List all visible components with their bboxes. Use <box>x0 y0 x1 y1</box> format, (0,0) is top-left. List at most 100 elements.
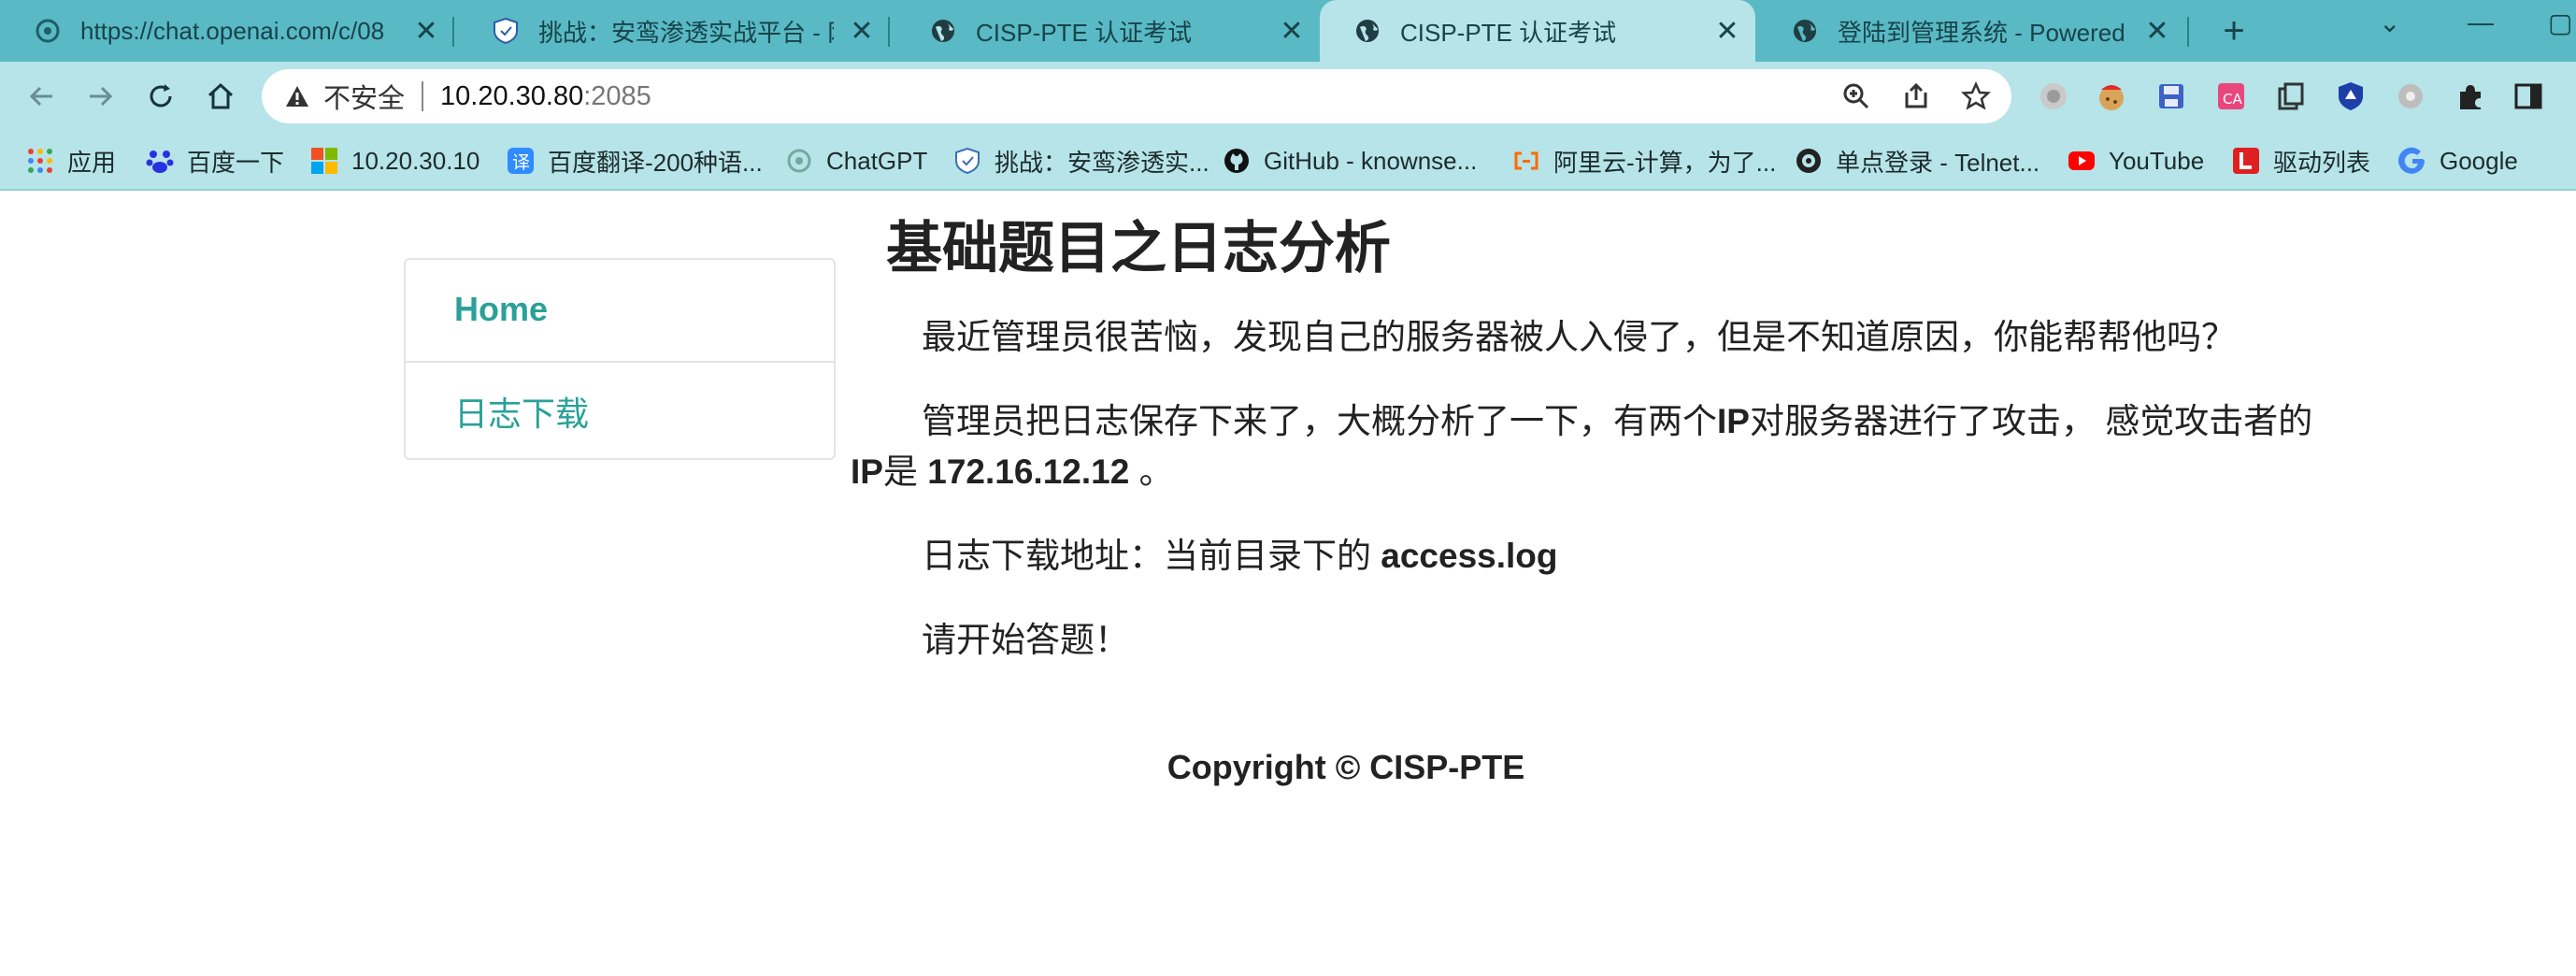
text-segment: 是 <box>882 452 928 491</box>
tab-anluan[interactable]: 挑战：安鸾渗透实战平台 - 网络 ✕ <box>458 0 890 62</box>
arrow-left-icon <box>29 86 52 107</box>
extension-copy-icon[interactable] <box>2275 80 2307 112</box>
tab-chatgpt[interactable]: https://chat.openai.com/c/08 ✕ <box>0 0 454 62</box>
zoom-icon[interactable] <box>1841 81 1871 111</box>
address-divider <box>422 81 424 111</box>
svg-text:译: 译 <box>512 152 530 173</box>
youtube-icon <box>2068 151 2095 170</box>
extension-shield-icon[interactable] <box>2335 80 2367 112</box>
extension-flower-icon[interactable] <box>2395 80 2426 112</box>
tab-title: CISP-PTE 认证考试 <box>1400 18 1617 47</box>
tab-title: 挑战：安鸾渗透实战平台 - 网络 <box>538 18 834 47</box>
svg-text:CA: CA <box>2223 91 2242 108</box>
intro-paragraph: 最近管理员很苦恼，发现自己的服务器被人入侵了，但是不知道原因，你能帮帮他吗？ <box>922 318 2236 356</box>
tab-login[interactable]: 登陆到管理系统 - Powered by ✕ <box>1757 0 2185 62</box>
share-icon[interactable] <box>1901 81 1931 111</box>
bookmark-github[interactable]: GitHub - knownse... <box>1223 144 1477 178</box>
extension-translate-icon[interactable]: CA <box>2215 80 2247 112</box>
bookmark-chatgpt[interactable]: ChatGPT <box>785 144 927 178</box>
address-bar[interactable]: 不安全 10.20.30.80:2085 <box>262 69 2011 123</box>
tab-strip: https://chat.openai.com/c/08 ✕ 挑战：安鸾渗透实战… <box>0 0 2576 62</box>
close-icon[interactable]: ✕ <box>834 15 890 48</box>
reload-button[interactable] <box>140 76 181 117</box>
bookmark-label: 10.20.30.10 <box>351 146 480 175</box>
tab-divider <box>2187 17 2189 47</box>
start-prompt: 请开始答题！ <box>922 621 1129 659</box>
bookmark-aliyun[interactable]: 阿里云-计算，为了... <box>1512 144 1776 178</box>
bookmark-label: Google <box>2440 146 2518 175</box>
bookmark-label: 驱动列表 <box>2273 148 2371 177</box>
url-port[interactable]: :2085 <box>583 81 651 112</box>
back-button[interactable] <box>21 76 62 117</box>
tab-divider <box>888 17 890 47</box>
bookmark-telnet[interactable]: 单点登录 - Telnet... <box>1795 144 2039 178</box>
tab-cisp-1[interactable]: CISP-PTE 认证考试 ✕ <box>895 0 1320 62</box>
close-icon[interactable]: ✕ <box>398 15 454 48</box>
text-segment: 对服务器进行了攻击， 感觉攻击者的 <box>1749 402 2313 440</box>
globe-icon <box>1356 20 1379 42</box>
home-button[interactable] <box>200 76 241 117</box>
page-title: 基础题目之日志分析 <box>886 217 1391 280</box>
log-filename: access.log <box>1381 537 1558 575</box>
openai-icon <box>787 149 811 173</box>
bookmark-10-20-30-10[interactable]: 10.20.30.10 <box>310 144 479 178</box>
home-icon <box>208 82 234 109</box>
bookmark-google[interactable]: Google <box>2398 144 2518 178</box>
extensions-puzzle-icon[interactable] <box>2454 80 2486 112</box>
side-panel-icon[interactable] <box>2512 80 2544 112</box>
driver-list-icon <box>2233 148 2259 174</box>
bookmark-label: 挑战：安鸾渗透实... <box>995 148 1209 177</box>
warning-icon[interactable] <box>284 83 310 109</box>
ip-label: IP <box>851 452 883 491</box>
sidebar-item-log-download[interactable]: 日志下载 <box>406 361 834 460</box>
sidebar-nav: Home 日志下载 <box>404 258 836 460</box>
shield-icon <box>955 147 980 175</box>
ip-label: IP <box>1717 402 1750 440</box>
text-segment: 管理员把日志保存下来了，大概分析了一下，有两个 <box>922 402 1717 440</box>
bookmark-driver-list[interactable]: 驱动列表 <box>2232 144 2370 178</box>
bookmark-label: 应用 <box>67 148 117 177</box>
download-paragraph: 日志下载地址：当前目录下的 access.log <box>886 531 2316 581</box>
globe-icon <box>932 20 954 42</box>
arrow-right-icon <box>90 86 113 107</box>
windows-icon <box>311 148 337 174</box>
shield-icon <box>494 17 518 45</box>
reload-icon <box>150 84 172 108</box>
bookmark-label: YouTube <box>2109 146 2205 175</box>
close-icon[interactable]: ✕ <box>1699 15 1755 48</box>
tab-cisp-active[interactable]: CISP-PTE 认证考试 ✕ <box>1320 0 1755 62</box>
close-icon[interactable]: ✕ <box>1264 15 1320 48</box>
url-host[interactable]: 10.20.30.80 <box>440 81 583 112</box>
maximize-icon[interactable]: ▢ <box>2548 7 2572 45</box>
bookmark-label: 单点登录 - Telnet... <box>1836 148 2040 177</box>
tab-title: 登陆到管理系统 - Powered by <box>1838 18 2129 47</box>
bookmark-baidu-translate[interactable]: 译 百度翻译-200种语... <box>507 144 763 178</box>
copyright-footer: Copyright © CISP-PTE <box>1166 748 1525 786</box>
tab-divider <box>452 17 454 47</box>
new-tab-button[interactable]: + <box>2211 7 2257 54</box>
not-secure-label[interactable]: 不安全 <box>323 77 405 116</box>
bookmark-anluan[interactable]: 挑战：安鸾渗透实... <box>953 144 1209 178</box>
extension-globe-icon[interactable] <box>2038 80 2069 112</box>
bookmark-youtube[interactable]: YouTube <box>2068 144 2204 178</box>
tab-title: CISP-PTE 认证考试 <box>976 18 1193 47</box>
extension-cookie-icon[interactable] <box>2096 80 2127 112</box>
bookmarks-bar: 应用 百度一下 10.20.30.10 译 百度翻译-200种语... Chat… <box>0 131 2576 191</box>
bookmark-label: 百度一下 <box>187 148 285 177</box>
analysis-paragraph: 管理员把日志保存下来了，大概分析了一下，有两个IP对服务器进行了攻击， 感觉攻击… <box>851 396 2316 497</box>
github-icon <box>1224 149 1249 173</box>
bookmark-baidu[interactable]: 百度一下 <box>146 144 284 178</box>
tab-search-icon[interactable]: ⌄ <box>2379 7 2400 45</box>
close-icon[interactable]: ✕ <box>2129 15 2185 48</box>
globe-icon <box>1794 20 1816 42</box>
bookmark-label: GitHub - knownse... <box>1264 146 1478 175</box>
extension-save-icon[interactable] <box>2155 80 2187 112</box>
star-icon[interactable] <box>1961 81 1991 111</box>
minimize-icon[interactable]: — <box>2468 7 2494 45</box>
sidebar-item-home[interactable]: Home <box>406 260 834 359</box>
bookmark-apps[interactable]: 应用 <box>26 144 116 178</box>
text-segment: 日志下载地址：当前目录下的 <box>922 537 1381 575</box>
baidu-icon <box>146 151 174 173</box>
bookmark-label: 百度翻译-200种语... <box>548 148 763 177</box>
forward-button[interactable] <box>80 76 122 117</box>
